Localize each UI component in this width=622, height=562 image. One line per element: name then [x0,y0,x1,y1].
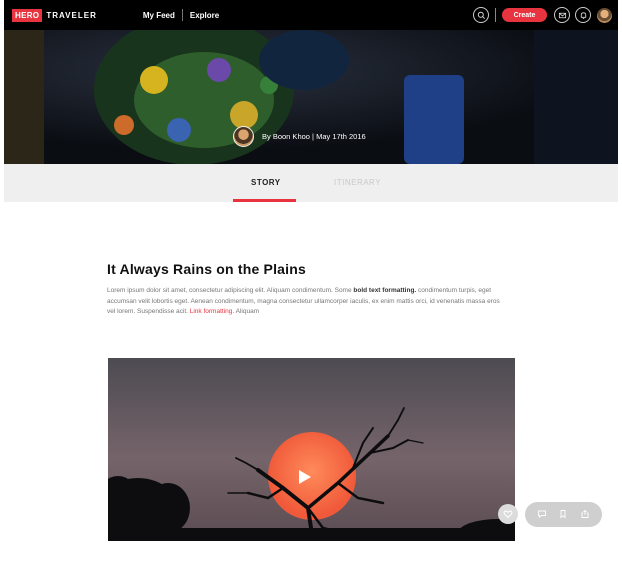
bookmark-icon [561,509,566,518]
video-thumbnail [108,358,515,541]
logo[interactable]: HERO TRAVELER [12,8,97,22]
share-button[interactable] [580,506,590,524]
play-icon[interactable] [299,470,311,484]
byline: By Boon Khoo | May 17th 2016 [233,126,366,147]
nav-divider [495,8,496,22]
mail-icon[interactable] [554,7,570,23]
bold-text: bold text formatting. [353,287,417,294]
avatar[interactable] [597,7,612,23]
tab-itinerary[interactable]: ITINERARY [334,178,381,187]
video-player[interactable] [108,358,515,541]
story-title: It Always Rains on the Plains [107,261,306,277]
nav-link-my-feed[interactable]: My Feed [143,11,175,20]
story-body: Lorem ipsum dolor sit amet, consectetur … [107,286,507,318]
story-actions [525,502,602,527]
nav-link-explore[interactable]: Explore [190,11,219,20]
top-nav: HERO TRAVELER My Feed Explore Create [4,0,618,30]
author-avatar[interactable] [233,126,254,147]
body-link[interactable]: Link formatting. [190,308,234,315]
like-button[interactable] [498,504,518,524]
share-icon [581,509,589,518]
bell-icon[interactable] [575,7,591,23]
byline-text: By Boon Khoo | May 17th 2016 [262,132,366,141]
nav-actions: Create [473,0,612,30]
hero-image: By Boon Khoo | May 17th 2016 [4,30,618,164]
nav-links: My Feed Explore [143,9,219,21]
bookmark-button[interactable] [558,506,568,524]
body-text-3: Aliquam [234,308,260,315]
heart-icon [503,510,513,519]
logo-hero: HERO [12,8,43,22]
create-button[interactable]: Create [502,8,547,22]
body-text-1: Lorem ipsum dolor sit amet, consectetur … [107,287,354,294]
story-tabs: STORY ITINERARY [4,164,618,202]
search-icon[interactable] [473,7,489,23]
nav-divider [181,9,183,21]
logo-traveler: TRAVELER [46,10,97,20]
active-tab-indicator [233,199,296,202]
comment-icon [537,510,546,518]
comment-button[interactable] [537,506,547,524]
tab-story[interactable]: STORY [251,178,281,187]
